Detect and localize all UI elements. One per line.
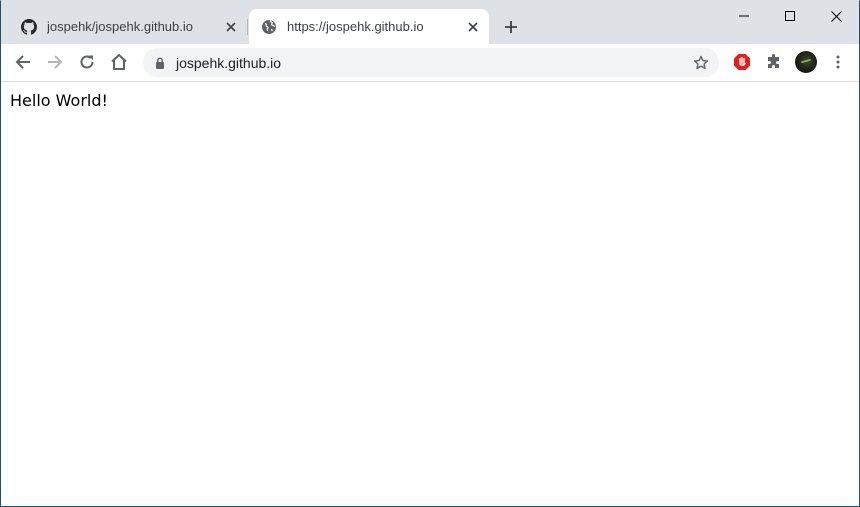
close-tab-button[interactable] [463,17,483,37]
home-icon [111,54,127,70]
globe-icon [261,19,277,35]
page-content: Hello World! [1,82,859,506]
arrow-left-icon [15,55,30,69]
bookmark-star-button[interactable] [687,49,715,77]
plus-icon [505,21,517,33]
extensions-button[interactable] [760,48,788,76]
new-tab-button[interactable] [499,15,523,39]
reload-button[interactable] [73,48,101,76]
url-text[interactable]: jospehk.github.io [176,55,687,71]
chrome-menu-button[interactable] [824,48,852,76]
profile-button[interactable] [792,48,820,76]
puzzle-icon [768,54,779,68]
back-button[interactable] [9,48,37,76]
adblock-extension-button[interactable] [728,48,756,76]
avatar [795,51,817,73]
tab-title: https://jospehk.github.io [287,19,424,34]
adblock-icon [734,54,750,70]
reload-icon [80,55,94,69]
close-tab-button[interactable] [221,17,241,37]
hello-text: Hello World! [10,91,108,110]
tab-github-repo[interactable]: jospehk/jospehk.github.io [9,9,247,44]
home-button[interactable] [105,48,133,76]
minimize-icon [739,15,749,17]
minimize-button[interactable] [721,1,767,31]
close-icon [468,21,478,32]
star-icon [693,55,709,69]
browser-window: jospehk/jospehk.github.io https://jospeh… [0,0,860,507]
tab-title: jospehk/jospehk.github.io [47,19,193,34]
tab-separator [247,19,248,35]
maximize-icon [785,11,795,21]
close-icon [830,10,842,22]
tab-jospehk-site[interactable]: https://jospehk.github.io [249,9,489,44]
window-controls [721,1,859,31]
address-bar[interactable]: jospehk.github.io [143,48,719,77]
close-icon [226,21,236,32]
arrow-right-icon [48,55,63,69]
maximize-button[interactable] [767,1,813,31]
more-vert-icon [836,55,840,69]
close-window-button[interactable] [813,1,859,31]
github-icon [21,18,37,35]
lock-icon[interactable] [153,56,167,70]
tab-strip: jospehk/jospehk.github.io https://jospeh… [1,1,859,44]
toolbar: jospehk.github.io [1,44,859,82]
forward-button[interactable] [41,48,69,76]
